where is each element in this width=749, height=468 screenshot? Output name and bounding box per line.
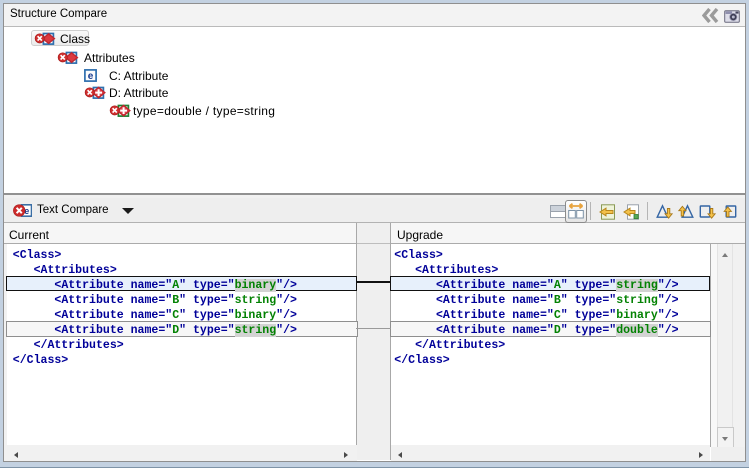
svg-text:e: e <box>88 71 94 82</box>
